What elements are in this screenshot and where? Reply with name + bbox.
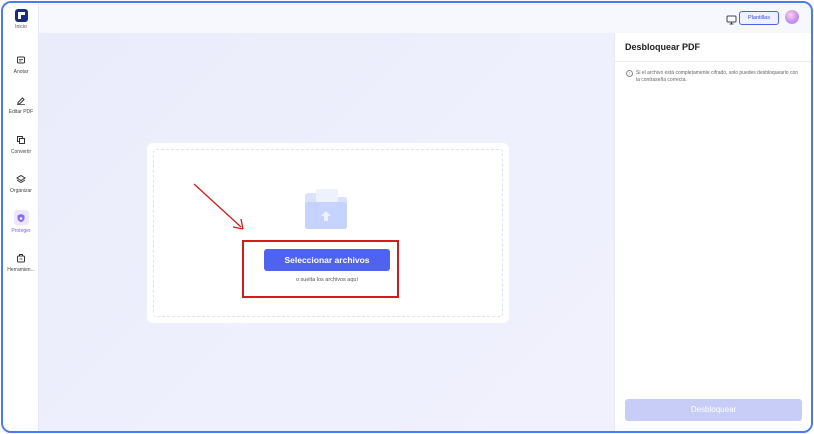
divider	[615, 61, 811, 62]
monitor-icon[interactable]	[726, 12, 737, 25]
top-bar: Plantillas	[39, 3, 811, 33]
sidebar-item-inicio[interactable]: Inicio	[3, 9, 39, 30]
sidebar-item-label: Inicio	[15, 24, 27, 30]
main-area: Seleccionar archivos o suelta los archiv…	[39, 33, 614, 431]
annotate-icon	[15, 53, 28, 66]
sidebar-item-convertir[interactable]: Convertir	[3, 133, 39, 155]
app-window: Inicio Anotar Editar PDF Convertir Organ	[1, 1, 813, 433]
edit-pdf-icon	[15, 93, 28, 106]
convert-icon	[15, 133, 28, 146]
sidebar-item-label: Editar PDF	[8, 109, 34, 115]
sidebar-item-proteger[interactable]: Proteger	[3, 210, 39, 234]
highlight-box	[242, 240, 399, 298]
info-icon: !	[626, 70, 633, 77]
templates-button[interactable]: Plantillas	[739, 11, 779, 25]
avatar[interactable]	[785, 10, 799, 24]
sidebar-item-label: Convertir	[10, 149, 32, 155]
pointer-arrow-icon	[191, 181, 247, 233]
protect-icon	[13, 210, 29, 225]
tools-icon	[15, 251, 28, 264]
panel-title: Desbloquear PDF	[625, 42, 701, 52]
sidebar: Inicio Anotar Editar PDF Convertir Organ	[3, 3, 39, 431]
sidebar-item-label: Anotar	[13, 69, 29, 75]
upload-folder-icon	[303, 188, 349, 230]
info-text: Si el archivo está completamente cifrado…	[636, 70, 799, 83]
sidebar-item-label: Proteger	[11, 228, 31, 234]
unlock-panel: Desbloquear PDF ! Si el archivo está com…	[614, 33, 811, 431]
sidebar-item-organizar[interactable]: Organizar	[3, 172, 39, 194]
sidebar-item-label: Organizar	[10, 188, 32, 194]
unlock-button[interactable]: Desbloquear	[625, 399, 802, 421]
app-logo-icon	[14, 9, 28, 22]
sidebar-item-herramientas[interactable]: Herramien...	[3, 251, 39, 273]
sidebar-item-editar-pdf[interactable]: Editar PDF	[3, 93, 39, 115]
sidebar-item-label: Herramien...	[7, 267, 35, 273]
sidebar-item-anotar[interactable]: Anotar	[3, 53, 39, 75]
organize-icon	[15, 172, 28, 185]
